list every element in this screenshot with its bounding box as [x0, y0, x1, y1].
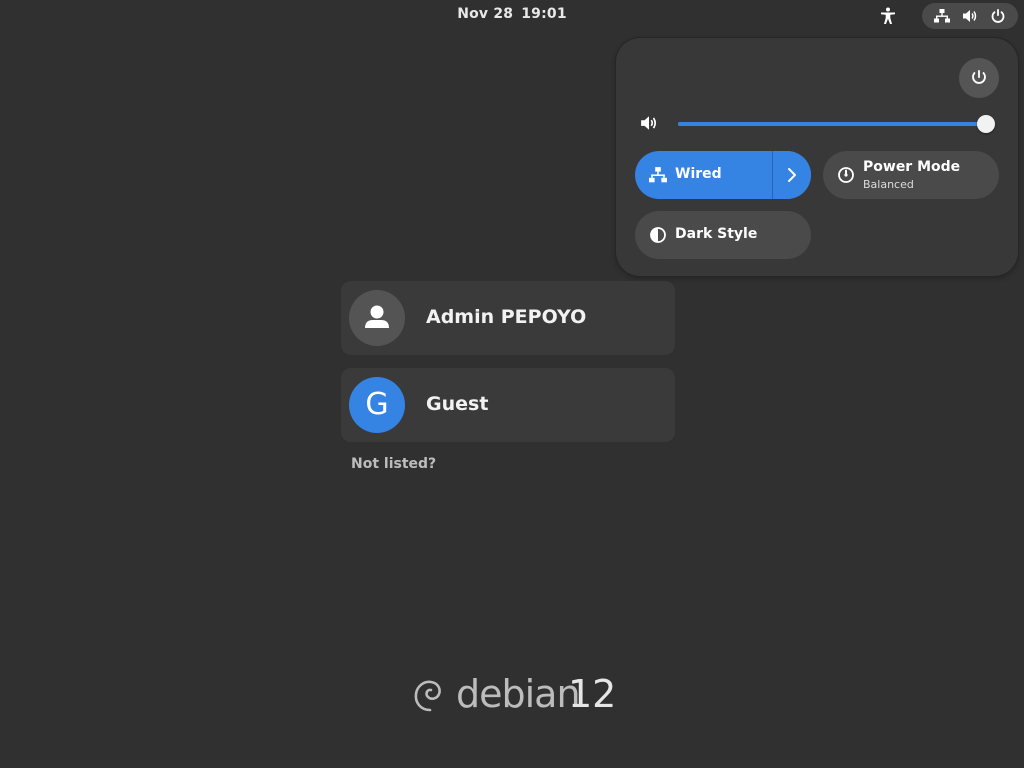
- volume-slider[interactable]: [678, 122, 986, 126]
- dark-style-label: Dark Style: [675, 226, 758, 242]
- network-wired-icon: [649, 166, 667, 184]
- clock-date: Nov 28: [457, 6, 514, 22]
- not-listed-link[interactable]: Not listed?: [351, 456, 436, 472]
- dark-style-toggle[interactable]: Dark Style: [635, 211, 811, 259]
- debian-logo: debian 12: [412, 672, 622, 716]
- power-off-button[interactable]: [959, 58, 999, 98]
- power-mode-subtitle: Balanced: [863, 178, 914, 191]
- clock-time: 19:01: [521, 6, 567, 22]
- quick-settings-panel: Wired Power Mode Balanced Dark Style: [616, 38, 1018, 276]
- user-list-item[interactable]: Admin PEPOYO: [341, 281, 675, 355]
- volume-slider-handle[interactable]: [977, 115, 995, 133]
- debian-version: 12: [568, 672, 617, 716]
- user-name: Admin PEPOYO: [426, 306, 587, 328]
- power-mode-toggle[interactable]: Power Mode Balanced: [823, 151, 999, 199]
- wired-toggle-label: Wired: [675, 166, 722, 182]
- system-status-menu[interactable]: [922, 3, 1018, 29]
- power-profile-icon: [837, 166, 855, 184]
- debian-swirl-icon: [412, 676, 446, 714]
- wired-menu-button[interactable]: [773, 151, 811, 199]
- accessibility-icon[interactable]: [878, 6, 898, 26]
- volume-icon[interactable]: [640, 114, 658, 132]
- power-mode-label: Power Mode: [863, 159, 961, 175]
- clock[interactable]: Nov 28 19:01: [0, 6, 1024, 22]
- avatar: G: [349, 377, 405, 433]
- volume-icon: [962, 8, 978, 24]
- user-icon: [349, 290, 405, 346]
- network-wired-icon: [934, 8, 950, 24]
- wired-toggle[interactable]: Wired: [635, 151, 811, 199]
- debian-wordmark: debian: [456, 672, 581, 716]
- user-name: Guest: [426, 393, 489, 415]
- volume-slider-fill: [678, 122, 986, 126]
- power-icon: [990, 8, 1006, 24]
- user-list-item[interactable]: G Guest: [341, 368, 675, 442]
- dark-style-icon: [649, 226, 667, 244]
